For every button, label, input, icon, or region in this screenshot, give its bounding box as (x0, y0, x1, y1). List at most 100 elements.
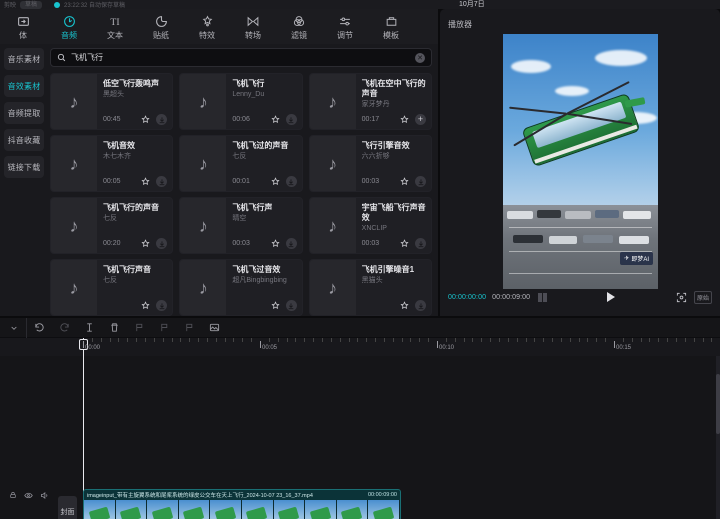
star-icon[interactable] (399, 238, 410, 249)
redo-icon[interactable] (52, 318, 77, 338)
ruler-tick (649, 338, 651, 342)
download-icon[interactable] (285, 238, 297, 249)
watermark-icon: ✈ (624, 256, 630, 262)
marker-in-icon[interactable] (127, 318, 152, 338)
star-icon[interactable] (140, 176, 151, 187)
download-icon[interactable] (285, 114, 297, 125)
marker-out-icon[interactable] (177, 318, 202, 338)
audio-card[interactable]: ♪ 飞机飞行声音 七反 (50, 259, 174, 316)
tab-template[interactable]: 模板 (368, 9, 414, 44)
download-icon[interactable] (415, 238, 426, 249)
audio-card[interactable]: ♪ 飞行引擎音效 六六折够 00:03 (308, 135, 432, 192)
audio-card-grid: ♪ 低空飞行轰鸣声 黑超头 00:45 ♪ 飞机飞行 Lenny_Du 00:06 ♪ 飞机在空中… (50, 73, 432, 316)
audio-thumbnail[interactable]: ♪ (309, 74, 356, 129)
download-icon[interactable] (415, 300, 426, 311)
audio-card[interactable]: ♪ 低空飞行轰鸣声 黑超头 00:45 (50, 73, 174, 130)
eye-icon[interactable] (24, 491, 33, 500)
tab-filter[interactable]: 滤镜 (276, 9, 322, 44)
tab-text[interactable]: TI 文本 (92, 9, 138, 44)
download-icon[interactable] (285, 300, 297, 311)
ratio-label[interactable]: 原始 (693, 290, 712, 304)
download-icon[interactable] (156, 300, 168, 311)
timeline-scrollbar[interactable] (716, 356, 720, 519)
star-icon[interactable] (399, 176, 410, 187)
search-input[interactable]: 飞机飞行 ✕ (50, 48, 432, 67)
ruler-tick (667, 338, 669, 342)
audio-thumbnail[interactable]: ♪ (309, 260, 356, 315)
star-icon[interactable] (140, 300, 151, 311)
video-preview-stage[interactable]: ✈ 即梦AI (503, 34, 658, 289)
sidebar-item-music[interactable]: 音乐素材 (4, 48, 44, 70)
sidebar-item-sfx[interactable]: 音效素材 (4, 75, 44, 97)
audio-card[interactable]: ♪ 飞机音效 木七木齐 00:05 (50, 135, 174, 192)
audio-duration: 00:17 (361, 116, 380, 123)
undo-icon[interactable] (27, 318, 52, 338)
player-tab-label[interactable]: 播放器 (448, 19, 472, 30)
star-icon[interactable] (140, 238, 151, 249)
lock-icon[interactable] (8, 491, 17, 500)
chevron-down-icon[interactable] (2, 317, 27, 338)
tab-transition[interactable]: 转场 (230, 9, 276, 44)
tab-effects[interactable]: 特效 (184, 9, 230, 44)
audio-card[interactable]: ♪ 飞机飞行的声音 七反 00:20 (50, 197, 174, 254)
audio-thumbnail[interactable]: ♪ (180, 136, 227, 191)
add-icon[interactable]: + (415, 114, 426, 125)
aspect-ratio-icon[interactable] (538, 292, 548, 302)
audio-thumbnail[interactable]: ♪ (309, 136, 356, 191)
sidebar-item-douyin-favorites[interactable]: 抖音收藏 (4, 129, 44, 151)
timeline-ruler[interactable]: 00:00 00:05 00:10 00:15 (0, 338, 720, 519)
snapshot-icon[interactable] (202, 318, 227, 338)
tab-template-label: 模板 (383, 30, 399, 40)
audio-thumbnail[interactable]: ♪ (51, 136, 97, 191)
tab-audio[interactable]: 音频 (46, 9, 92, 44)
audio-card-footer: 00:03 (232, 238, 297, 249)
tab-media[interactable]: 体 (0, 9, 46, 44)
star-icon[interactable] (140, 114, 151, 125)
audio-card[interactable]: ♪ 飞机飞过的声音 七反 00:01 (179, 135, 303, 192)
star-icon[interactable] (270, 300, 281, 311)
sidebar-item-extract[interactable]: 音频提取 (4, 102, 44, 124)
tab-sticker[interactable]: 贴纸 (138, 9, 184, 44)
parked-car (507, 211, 533, 219)
video-clip[interactable]: imageinput_带有主旋翼系统和尾桨系统的绿皮公交车在天上飞行_2024-… (83, 489, 401, 519)
star-icon[interactable] (399, 114, 410, 125)
download-icon[interactable] (156, 114, 168, 125)
audio-thumbnail[interactable]: ♪ (51, 260, 97, 315)
download-icon[interactable] (156, 238, 168, 249)
audio-thumbnail[interactable]: ♪ (180, 198, 227, 253)
close-icon[interactable]: ✕ (415, 52, 425, 63)
tab-filter-label: 滤镜 (291, 30, 307, 40)
star-icon[interactable] (270, 238, 281, 249)
audio-thumbnail[interactable]: ♪ (180, 74, 227, 129)
sidebar-item-link-download[interactable]: 链接下载 (4, 156, 44, 178)
audio-card[interactable]: ♪ 飞机飞行声 晴空 00:03 (179, 197, 303, 254)
star-icon[interactable] (270, 176, 281, 187)
star-icon[interactable] (399, 300, 410, 311)
cover-button[interactable]: 封面 (58, 496, 77, 519)
draft-pill-button[interactable]: 草稿 (20, 0, 43, 9)
download-icon[interactable] (415, 176, 426, 187)
download-icon[interactable] (156, 176, 168, 187)
flag-icon[interactable] (152, 318, 177, 338)
ruler-label: 00:10 (439, 345, 455, 351)
ruler-tick (481, 338, 483, 342)
fullscreen-icon[interactable] (675, 291, 688, 304)
audio-card[interactable]: ♪ 飞机飞过音效 超凡Bingbingbing (179, 259, 303, 316)
audio-thumbnail[interactable]: ♪ (51, 74, 97, 129)
star-icon[interactable] (270, 114, 281, 125)
audio-thumbnail[interactable]: ♪ (309, 198, 356, 253)
split-icon[interactable] (77, 318, 102, 338)
music-note-icon: ♪ (328, 91, 338, 112)
delete-icon[interactable] (102, 318, 127, 338)
audio-card[interactable]: ♪ 宇宙飞船飞行声音效 XNCLIP 00:03 (308, 197, 432, 254)
download-icon[interactable] (285, 176, 297, 187)
play-icon[interactable] (607, 292, 616, 302)
audio-card[interactable]: ♪ 飞机在空中飞行的声音 家牙梦丹 00:17 + (308, 73, 432, 130)
audio-thumbnail[interactable]: ♪ (180, 260, 227, 315)
audio-card[interactable]: ♪ 飞机飞行 Lenny_Du 00:06 (179, 73, 303, 130)
window-titlebar: 剪映 草稿 23:22:32 自动保存草稿 10月7日 (0, 0, 720, 9)
speaker-icon[interactable] (40, 491, 49, 500)
tab-adjust[interactable]: 调节 (322, 9, 368, 44)
audio-card[interactable]: ♪ 飞机引擎噪音1 黑猫头 (308, 259, 432, 316)
audio-thumbnail[interactable]: ♪ (51, 198, 97, 253)
